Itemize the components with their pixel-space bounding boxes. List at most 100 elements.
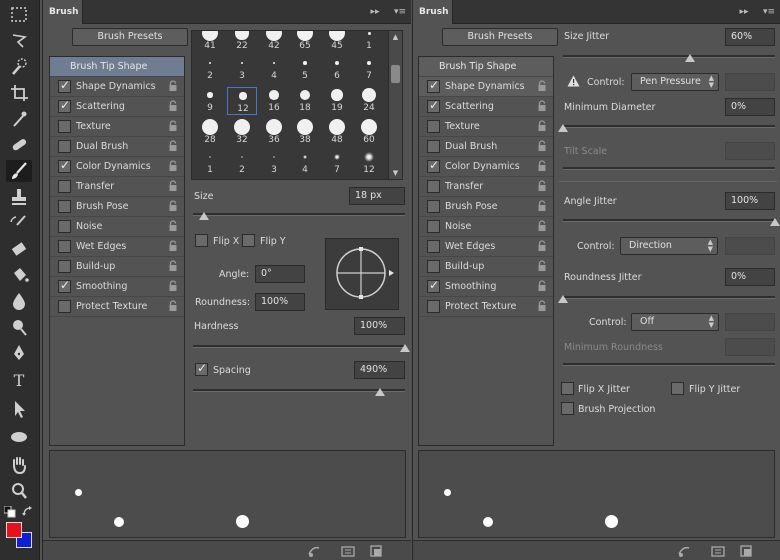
list-item-transfer[interactable]: Transfer [419, 177, 553, 197]
roundness-jitter-input[interactable]: 0% [725, 268, 775, 286]
texture-checkbox[interactable] [58, 120, 71, 133]
scroll-down-icon[interactable]: ▼ [389, 167, 402, 179]
eraser-tool[interactable] [6, 238, 32, 260]
lock-icon[interactable] [168, 160, 178, 172]
flip-x-jitter-checkbox[interactable] [561, 382, 574, 395]
swap-colors-icon[interactable] [22, 506, 34, 518]
transfer-checkbox[interactable] [427, 180, 440, 193]
flip-y-jitter-checkbox[interactable] [671, 382, 684, 395]
angle-roundness-widget[interactable] [325, 238, 399, 310]
brush-grid-icon[interactable] [711, 544, 725, 558]
lock-icon[interactable] [537, 180, 547, 192]
lock-icon[interactable] [537, 120, 547, 132]
list-item-shape-dynamics[interactable]: Shape Dynamics [419, 77, 553, 97]
smoothing-checkbox[interactable] [58, 278, 71, 293]
brush-tip[interactable]: 6 [322, 55, 352, 83]
noise-checkbox[interactable] [58, 220, 71, 233]
brush-tip-grid[interactable]: 41 22 42 65 45 1 2 3 4 5 6 7 9 12 16 18 19 24 28 32 36 38 48 60… [191, 30, 403, 180]
color-dynamics-checkbox[interactable] [58, 158, 71, 173]
list-item-color-dynamics[interactable]: Color Dynamics [50, 157, 184, 177]
tab-brush[interactable]: Brush [413, 0, 453, 24]
list-item-brush-pose[interactable]: Brush Pose [419, 197, 553, 217]
brush-tip[interactable]: 12 [354, 149, 384, 177]
color-dynamics-checkbox[interactable] [427, 158, 440, 173]
brush-tip[interactable]: 1 [195, 149, 225, 177]
lock-icon[interactable] [168, 80, 178, 92]
brush-tool[interactable] [6, 160, 32, 182]
dual-brush-checkbox[interactable] [58, 140, 71, 153]
brush-tip[interactable]: 18 [290, 87, 320, 115]
list-item-build-up[interactable]: Build-up [50, 257, 184, 277]
stamp-tool[interactable] [6, 186, 32, 208]
list-item-shape-dynamics[interactable]: Shape Dynamics [50, 77, 184, 97]
size-input[interactable]: 18 px [349, 187, 405, 205]
list-item-dual-brush[interactable]: Dual Brush [50, 137, 184, 157]
flip-x-checkbox[interactable] [195, 234, 208, 247]
roundness-jitter-slider[interactable] [558, 292, 775, 304]
foreground-color-swatch[interactable] [6, 522, 22, 538]
brush-presets-button[interactable]: Brush Presets [72, 28, 188, 46]
list-item-brush-tip-shape[interactable]: Brush Tip Shape [50, 57, 184, 77]
list-item-wet-edges[interactable]: Wet Edges [419, 237, 553, 257]
scroll-thumb[interactable] [391, 65, 400, 83]
hardness-slider-knob[interactable] [400, 344, 410, 352]
size-jitter-input[interactable]: 60% [725, 28, 775, 46]
hardness-slider[interactable] [193, 341, 410, 353]
hardness-input[interactable]: 100% [354, 317, 405, 335]
brush-tip[interactable]: 5 [290, 55, 320, 83]
lock-icon[interactable] [168, 300, 178, 312]
lock-icon[interactable] [537, 300, 547, 312]
lock-icon[interactable] [168, 180, 178, 192]
brush-pose-checkbox[interactable] [58, 200, 71, 213]
lock-icon[interactable] [537, 100, 547, 112]
lock-icon[interactable] [168, 140, 178, 152]
roundness-control-dropdown[interactable]: Off ▲ ▼ [631, 313, 719, 331]
crop-tool[interactable] [6, 82, 32, 104]
list-item-texture[interactable]: Texture [50, 117, 184, 137]
lock-icon[interactable] [168, 260, 178, 272]
blur-tool[interactable] [6, 290, 32, 312]
lock-icon[interactable] [168, 200, 178, 212]
scroll-up-icon[interactable]: ▲ [389, 31, 402, 43]
tip-grid-scrollbar[interactable]: ▲ ▼ [388, 31, 402, 179]
size-jitter-slider-knob[interactable] [685, 54, 696, 62]
zoom-tool[interactable] [6, 480, 32, 502]
brush-tip[interactable]: 36 [259, 119, 289, 147]
flip-y-checkbox[interactable] [242, 234, 255, 247]
list-item-texture[interactable]: Texture [419, 117, 553, 137]
brush-tip[interactable]: 60 [354, 119, 384, 147]
list-item-transfer[interactable]: Transfer [50, 177, 184, 197]
lock-icon[interactable] [537, 240, 547, 252]
wet-edges-checkbox[interactable] [58, 240, 71, 253]
path-selection-tool[interactable] [6, 398, 32, 420]
lock-icon[interactable] [168, 280, 178, 292]
noise-checkbox[interactable] [427, 220, 440, 233]
transfer-checkbox[interactable] [58, 180, 71, 193]
lock-icon[interactable] [168, 120, 178, 132]
brush-grid-icon[interactable] [341, 544, 355, 558]
texture-checkbox[interactable] [427, 120, 440, 133]
size-slider-knob[interactable] [198, 212, 209, 220]
shape-dynamics-checkbox[interactable] [58, 78, 71, 93]
min-diameter-slider[interactable] [558, 121, 775, 133]
brush-tip[interactable]: 2 [195, 55, 225, 83]
brush-tip[interactable]: 41 [195, 31, 225, 53]
spacing-input[interactable]: 490% [354, 361, 405, 379]
protect-texture-checkbox[interactable] [427, 300, 440, 313]
list-item-scattering[interactable]: Scattering [50, 97, 184, 117]
lock-icon[interactable] [537, 260, 547, 272]
brush-tip[interactable]: 42 [259, 31, 289, 53]
shape-dynamics-checkbox[interactable] [427, 78, 440, 93]
brush-tip[interactable]: 28 [195, 119, 225, 147]
lasso-tool[interactable] [6, 30, 32, 52]
quick-selection-tool[interactable] [6, 56, 32, 78]
spacing-slider[interactable] [193, 385, 405, 397]
list-item-noise[interactable]: Noise [50, 217, 184, 237]
spacing-checkbox[interactable] [195, 361, 208, 376]
toggle-live-tip-icon[interactable] [307, 544, 321, 558]
roundness-input[interactable]: 100% [255, 293, 305, 311]
hand-tool[interactable] [6, 454, 32, 476]
pen-tool[interactable] [6, 342, 32, 364]
brush-tip[interactable]: 24 [354, 87, 384, 115]
history-brush-tool[interactable] [6, 212, 32, 234]
